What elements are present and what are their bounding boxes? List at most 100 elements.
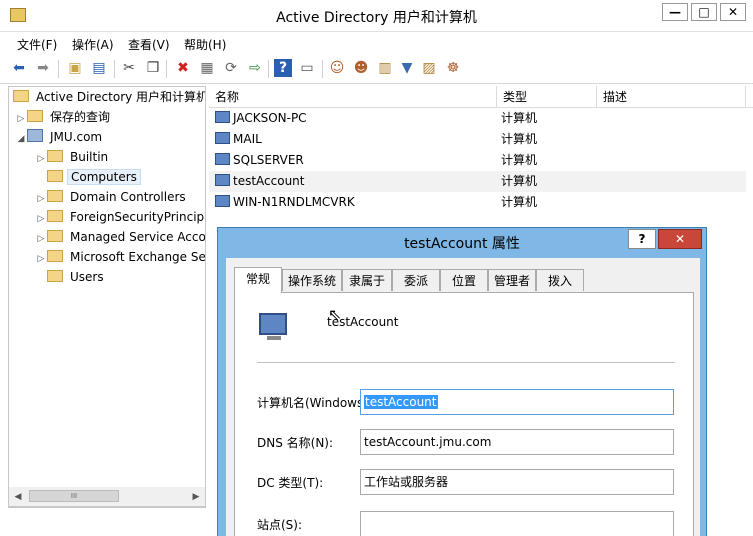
menu-help[interactable]: 帮助(H) xyxy=(184,36,226,53)
divider xyxy=(257,362,675,363)
list-item[interactable]: MAIL 计算机 xyxy=(209,129,746,150)
tree-item-managed-service-accounts[interactable]: ▷ Managed Service Acco xyxy=(35,227,205,249)
delete-icon[interactable]: ✖ xyxy=(174,59,192,77)
dialog-help-button[interactable]: ? xyxy=(628,229,656,249)
folder-icon xyxy=(47,190,63,202)
tab-location[interactable]: 位置 xyxy=(440,269,488,291)
tab-delegation[interactable]: 委派 xyxy=(392,269,440,291)
site-field[interactable] xyxy=(360,511,674,536)
add-to-group-icon[interactable]: ☸ xyxy=(444,59,462,77)
computer-icon xyxy=(215,132,230,144)
minimize-button[interactable]: — xyxy=(662,3,688,21)
properties-icon[interactable]: ▦ xyxy=(198,59,216,77)
computer-icon xyxy=(215,111,230,123)
folder-icon xyxy=(27,110,43,122)
scroll-thumb[interactable]: III xyxy=(29,490,119,502)
help-icon[interactable]: ? xyxy=(274,59,292,77)
refresh-icon[interactable]: ⟳ xyxy=(222,59,240,77)
tree-item-builtin[interactable]: ▷ Builtin xyxy=(35,147,111,167)
tree-item-domain-controllers[interactable]: ▷ Domain Controllers xyxy=(35,187,189,207)
general-tab-page: testAccount 计算机名(Windows 2000 以前版本)(W): … xyxy=(234,292,694,536)
new-group-icon[interactable]: ☻ xyxy=(352,59,370,77)
menu-bar: 文件(F) 操作(A) 查看(V) 帮助(H) xyxy=(0,32,753,54)
computer-icon xyxy=(259,313,287,335)
find-icon[interactable]: ▨ xyxy=(420,59,438,77)
tab-managed-by[interactable]: 管理者 xyxy=(488,269,536,291)
menu-action[interactable]: 操作(A) xyxy=(72,36,114,53)
ad-snapin-icon xyxy=(13,90,29,102)
export-icon[interactable]: ⇨ xyxy=(246,59,264,77)
tree-item-domain[interactable]: ◢ JMU.com xyxy=(15,127,105,147)
list-item[interactable]: JACKSON-PC 计算机 xyxy=(209,108,746,129)
expand-icon[interactable]: ▷ xyxy=(35,149,47,169)
view-icon[interactable]: ▭ xyxy=(298,59,316,77)
list-header: 名称 类型 描述 xyxy=(209,86,753,108)
toolbar-separator xyxy=(268,60,269,78)
folder-icon xyxy=(47,210,63,222)
folder-icon xyxy=(47,230,63,242)
tree-item-microsoft-exchange[interactable]: ▷ Microsoft Exchange Se xyxy=(35,247,205,269)
menu-view[interactable]: 查看(V) xyxy=(128,36,170,53)
list-item[interactable]: WIN-N1RNDLMCVRK 计算机 xyxy=(209,192,746,213)
cut-icon[interactable]: ✂ xyxy=(120,59,138,77)
new-user-icon[interactable]: ☺ xyxy=(328,59,346,77)
tab-general[interactable]: 常规 xyxy=(234,267,282,293)
properties-dialog: testAccount 属性 ? ✕ 常规 操作系统 隶属于 委派 位置 管理者… xyxy=(217,227,707,536)
copy-icon[interactable]: ❐ xyxy=(144,59,162,77)
new-ou-icon[interactable]: ▥ xyxy=(376,59,394,77)
expand-icon[interactable]: ▷ xyxy=(35,209,47,229)
list-item[interactable]: SQLSERVER 计算机 xyxy=(209,150,746,171)
dc-type-label: DC 类型(T): xyxy=(257,476,324,490)
dialog-close-button[interactable]: ✕ xyxy=(658,229,702,249)
scroll-right-icon[interactable]: ▶ xyxy=(189,490,203,504)
column-type[interactable]: 类型 xyxy=(497,86,597,108)
tree-item-users[interactable]: Users xyxy=(35,267,107,287)
tab-operating-system[interactable]: 操作系统 xyxy=(282,269,342,291)
tree-item-computers[interactable]: Computers xyxy=(35,167,141,187)
dialog-body: 常规 操作系统 隶属于 委派 位置 管理者 拨入 testAccount 计算机… xyxy=(226,258,700,536)
site-label: 站点(S): xyxy=(257,518,303,532)
column-name[interactable]: 名称 xyxy=(209,86,497,108)
expand-icon[interactable]: ▷ xyxy=(35,229,47,249)
filter-icon[interactable]: ▼ xyxy=(398,59,416,77)
computer-icon xyxy=(215,153,230,165)
expand-icon[interactable]: ▷ xyxy=(35,249,47,269)
dc-type-field[interactable]: 工作站或服务器 xyxy=(360,469,674,495)
folder-icon xyxy=(47,250,63,262)
tree-item-saved-queries[interactable]: ▷ 保存的查询 xyxy=(15,107,113,127)
window-title: Active Directory 用户和计算机 xyxy=(276,10,477,26)
toolbar-separator xyxy=(322,60,323,78)
dns-name-label: DNS 名称(N): xyxy=(257,436,334,450)
mouse-cursor-icon: ⇖ xyxy=(328,305,342,324)
expand-icon[interactable]: ▷ xyxy=(15,109,27,129)
window-titlebar: Active Directory 用户和计算机 — □ ✕ xyxy=(0,0,753,32)
tree-root[interactable]: Active Directory 用户和计算机 xyxy=(13,87,205,107)
dns-name-field[interactable]: testAccount.jmu.com xyxy=(360,429,674,455)
tab-dial-in[interactable]: 拨入 xyxy=(536,269,584,291)
toolbar-separator xyxy=(166,60,167,78)
back-icon[interactable]: ⬅ xyxy=(10,59,28,77)
expand-icon[interactable]: ▷ xyxy=(35,189,47,209)
toolbar-separator xyxy=(114,60,115,78)
close-button[interactable]: ✕ xyxy=(720,3,746,21)
list-item-selected[interactable]: testAccount 计算机 xyxy=(209,171,746,192)
computer-stand xyxy=(267,336,281,340)
console-tree: Active Directory 用户和计算机 ▷ 保存的查询 ◢ JMU.com … xyxy=(8,86,206,508)
folder-icon xyxy=(47,150,63,162)
toolbar-separator xyxy=(58,60,59,78)
maximize-button[interactable]: □ xyxy=(691,3,717,21)
console-tree-icon[interactable]: ▤ xyxy=(90,59,108,77)
tree-item-foreign-security-principals[interactable]: ▷ ForeignSecurityPrincipa xyxy=(35,207,205,229)
selected-text: testAccount xyxy=(364,395,438,409)
folder-icon xyxy=(47,170,63,182)
forward-icon[interactable]: ➡ xyxy=(34,59,52,77)
up-folder-icon[interactable]: ▣ xyxy=(66,59,84,77)
scroll-left-icon[interactable]: ◀ xyxy=(11,490,25,504)
collapse-icon[interactable]: ◢ xyxy=(15,129,27,149)
computer-name-field[interactable]: testAccount xyxy=(360,389,674,415)
tree-horizontal-scrollbar[interactable]: ◀ III ▶ xyxy=(8,487,206,507)
tab-member-of[interactable]: 隶属于 xyxy=(342,269,392,291)
menu-file[interactable]: 文件(F) xyxy=(17,36,57,53)
column-description[interactable]: 描述 xyxy=(597,86,746,108)
folder-icon xyxy=(47,270,63,282)
